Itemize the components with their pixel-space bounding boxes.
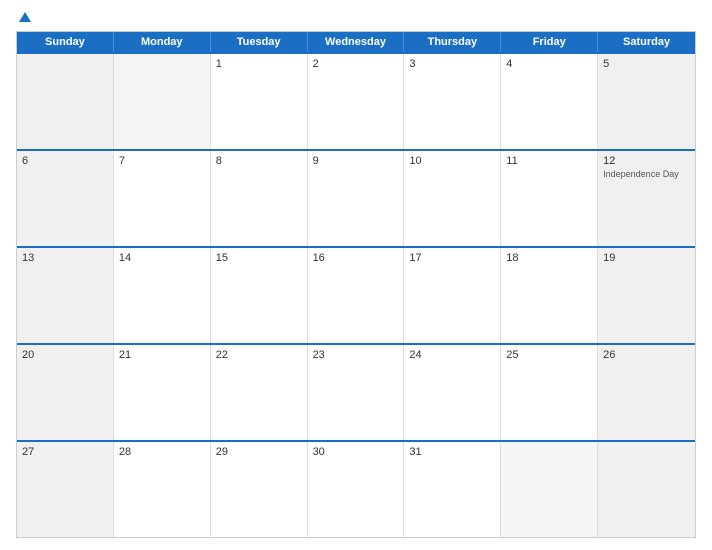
day-num-16: 16	[313, 252, 325, 264]
header-friday: Friday	[501, 32, 598, 52]
day-cell-2-4: 17	[404, 248, 501, 343]
day-num-27: 27	[22, 446, 34, 458]
day-cell-2-5: 18	[501, 248, 598, 343]
day-cell-3-2: 22	[211, 345, 308, 440]
day-cell-4-3: 30	[308, 442, 405, 537]
day-num-10: 10	[409, 155, 421, 167]
day-headers: Sunday Monday Tuesday Wednesday Thursday…	[17, 32, 695, 52]
day-cell-1-0: 6	[17, 151, 114, 246]
calendar-page: Sunday Monday Tuesday Wednesday Thursday…	[0, 0, 712, 550]
day-cell-0-2: 1	[211, 54, 308, 149]
day-num-2: 2	[313, 58, 319, 70]
day-cell-2-2: 15	[211, 248, 308, 343]
day-cell-3-6: 26	[598, 345, 695, 440]
day-num-22: 22	[216, 349, 228, 361]
day-num-18: 18	[506, 252, 518, 264]
day-cell-3-1: 21	[114, 345, 211, 440]
header-thursday: Thursday	[404, 32, 501, 52]
day-num-31: 31	[409, 446, 421, 458]
day-cell-4-5	[501, 442, 598, 537]
header-wednesday: Wednesday	[308, 32, 405, 52]
day-cell-4-6	[598, 442, 695, 537]
day-num-29: 29	[216, 446, 228, 458]
day-cell-1-3: 9	[308, 151, 405, 246]
week-row-4: 20 21 22 23 24 25 26	[17, 343, 695, 440]
day-cell-3-0: 20	[17, 345, 114, 440]
day-num-12: 12	[603, 155, 615, 167]
day-num-30: 30	[313, 446, 325, 458]
day-cell-4-2: 29	[211, 442, 308, 537]
day-cell-2-3: 16	[308, 248, 405, 343]
day-num-23: 23	[313, 349, 325, 361]
day-num-7: 7	[119, 155, 125, 167]
day-cell-0-5: 4	[501, 54, 598, 149]
header-sunday: Sunday	[17, 32, 114, 52]
day-cell-0-3: 2	[308, 54, 405, 149]
day-num-6: 6	[22, 155, 28, 167]
day-num-25: 25	[506, 349, 518, 361]
day-cell-0-1	[114, 54, 211, 149]
day-num-3: 3	[409, 58, 415, 70]
day-num-17: 17	[409, 252, 421, 264]
day-cell-1-1: 7	[114, 151, 211, 246]
logo-triangle-icon	[19, 12, 31, 22]
day-cell-1-5: 11	[501, 151, 598, 246]
day-num-9: 9	[313, 155, 319, 167]
day-num-24: 24	[409, 349, 421, 361]
day-num-14: 14	[119, 252, 131, 264]
day-num-20: 20	[22, 349, 34, 361]
logo	[16, 12, 31, 23]
week-row-3: 13 14 15 16 17 18 19	[17, 246, 695, 343]
day-num-8: 8	[216, 155, 222, 167]
day-num-19: 19	[603, 252, 615, 264]
day-num-28: 28	[119, 446, 131, 458]
day-num-5: 5	[603, 58, 609, 70]
day-cell-4-1: 28	[114, 442, 211, 537]
day-num-1: 1	[216, 58, 222, 70]
day-num-11: 11	[506, 155, 517, 167]
day-num-15: 15	[216, 252, 228, 264]
weeks: 123456789101112Independence Day131415161…	[17, 52, 695, 537]
day-cell-2-0: 13	[17, 248, 114, 343]
logo-blue-row	[16, 12, 31, 23]
day-cell-0-4: 3	[404, 54, 501, 149]
day-cell-1-6: 12 Independence Day	[598, 151, 695, 246]
day-cell-2-1: 14	[114, 248, 211, 343]
header-tuesday: Tuesday	[211, 32, 308, 52]
day-cell-3-3: 23	[308, 345, 405, 440]
day-num-21: 21	[119, 349, 131, 361]
day-cell-1-2: 8	[211, 151, 308, 246]
header-saturday: Saturday	[598, 32, 695, 52]
day-cell-0-6: 5	[598, 54, 695, 149]
week-row-1: 1 2 3 4 5	[17, 52, 695, 149]
day-num-26: 26	[603, 349, 615, 361]
day-num-13: 13	[22, 252, 34, 264]
day-cell-3-4: 24	[404, 345, 501, 440]
event-label-12: Independence Day	[603, 169, 690, 180]
day-cell-0-0	[17, 54, 114, 149]
header-monday: Monday	[114, 32, 211, 52]
week-row-2: 6 7 8 9 10 11 12 Independence Day	[17, 149, 695, 246]
day-cell-1-4: 10	[404, 151, 501, 246]
day-cell-4-4: 31	[404, 442, 501, 537]
calendar-grid: Sunday Monday Tuesday Wednesday Thursday…	[16, 31, 696, 538]
header	[16, 12, 696, 23]
week-row-5: 27 28 29 30 31	[17, 440, 695, 537]
day-cell-3-5: 25	[501, 345, 598, 440]
day-cell-4-0: 27	[17, 442, 114, 537]
day-cell-2-6: 19	[598, 248, 695, 343]
day-num-4: 4	[506, 58, 512, 70]
